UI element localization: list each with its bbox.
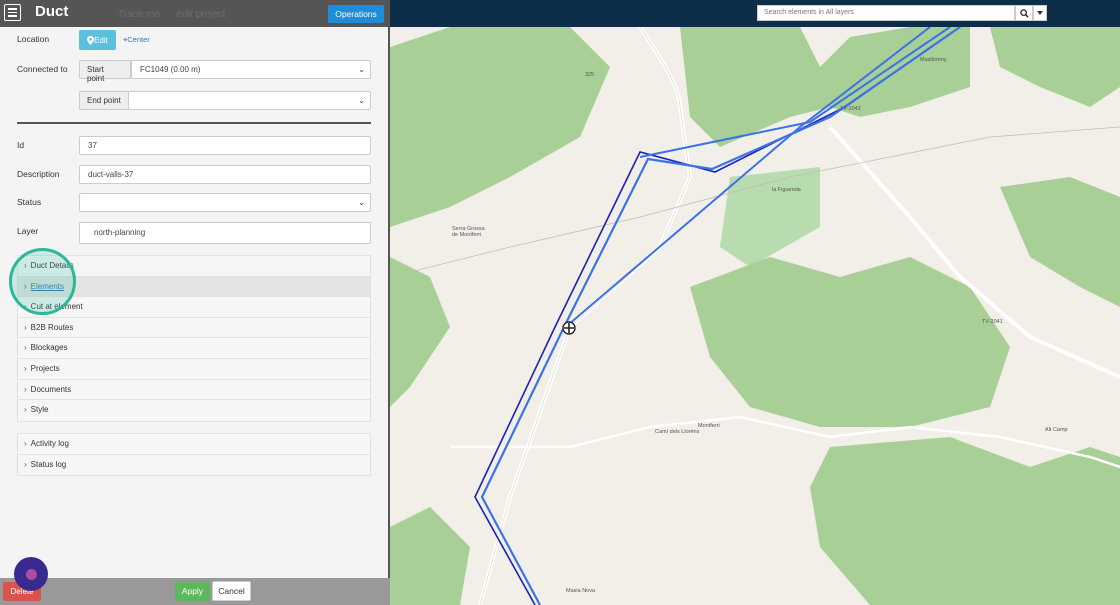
ghost-tab-edit-project: edit project <box>176 9 226 20</box>
assistant-bubble-icon[interactable] <box>14 557 48 591</box>
end-point-label: End point <box>79 91 129 110</box>
chevron-down-icon: ⌄ <box>358 96 365 105</box>
panel-header: Duct Trace mo edit project Operations <box>0 0 390 27</box>
map-label-figuerola: la Figuerola <box>772 187 801 193</box>
edit-location-button[interactable]: Edit <box>79 30 116 50</box>
id-label: Id <box>17 140 25 150</box>
divider <box>17 122 371 124</box>
ghost-tabs: Trace mo edit project <box>118 9 240 20</box>
map-canvas[interactable]: Masllorenç TV-2042 la Figuerola TV-2041 … <box>390 27 1120 605</box>
cancel-button[interactable]: Cancel <box>212 581 251 601</box>
status-select[interactable]: ⌄ <box>79 193 371 212</box>
section-blockages[interactable]: › Blockages <box>18 338 370 359</box>
section-activity-log[interactable]: › Activity log <box>18 434 370 455</box>
section-cut-at-element[interactable]: › Cut at element <box>18 297 370 318</box>
description-field[interactable]: duct-valls-37 <box>79 165 371 184</box>
search-button[interactable] <box>1015 5 1033 21</box>
section-projects[interactable]: › Projects <box>18 359 370 380</box>
click-highlight <box>9 248 76 315</box>
section-b2b-routes[interactable]: › B2B Routes <box>18 318 370 339</box>
connected-label: Connected to <box>17 64 68 74</box>
search-input[interactable]: Search elements in All layers <box>757 5 1015 21</box>
top-bar: Search elements in All layers <box>390 0 1120 27</box>
description-label: Description <box>17 169 60 179</box>
chevron-right-icon: › <box>24 405 27 415</box>
id-field[interactable]: 37 <box>79 136 371 155</box>
map-label-montferri: Montferri <box>698 423 720 429</box>
start-point-value: FC1049 (0.00 m) <box>140 65 201 74</box>
search-icon <box>1019 8 1029 18</box>
panel-title: Duct <box>35 3 69 20</box>
chevron-right-icon: › <box>24 439 27 448</box>
map-label-elevation: 325 <box>585 72 595 78</box>
status-label: Status <box>17 197 42 207</box>
map-marker-icon <box>87 35 95 45</box>
map-label-alt-camp: Alt Camp <box>1045 427 1068 433</box>
search-layer-dropdown[interactable] <box>1033 5 1047 21</box>
section-status-log[interactable]: › Status log <box>18 455 370 476</box>
panel-footer: Delete Apply Cancel <box>0 578 390 605</box>
map-label-masia-nova: Masia Nova <box>566 588 596 594</box>
chevron-right-icon: › <box>24 459 27 469</box>
map-label-cami: Camí dels Lloréns <box>655 429 700 435</box>
duct-panel: Duct Trace mo edit project Operations Lo… <box>0 0 390 605</box>
section-documents[interactable]: › Documents <box>18 380 370 401</box>
map-graphic[interactable] <box>390 27 1120 605</box>
map-label-masllorenc: Masllorenç <box>920 57 947 63</box>
caret-down-icon <box>1037 11 1043 15</box>
chevron-down-icon: ⌄ <box>358 65 365 74</box>
layer-field[interactable]: north-planning <box>79 222 371 244</box>
list-icon[interactable] <box>4 4 21 21</box>
end-point-select[interactable]: ⌄ <box>128 91 371 110</box>
ghost-tab-trace: Trace mo <box>118 9 160 20</box>
chevron-right-icon: › <box>24 322 27 332</box>
edit-label: Edit <box>94 35 108 45</box>
map-label-tv2041: TV-2041 <box>982 319 1003 325</box>
location-label: Location <box>17 34 50 44</box>
center-label: Center <box>127 35 150 44</box>
start-point-select[interactable]: FC1049 (0.00 m) ⌄ <box>131 60 371 79</box>
map-label-serra-grossa: Serra Grossa de Montferri <box>452 226 485 238</box>
operations-button[interactable]: Operations <box>328 5 384 23</box>
center-link[interactable]: ⌖Center <box>123 35 150 45</box>
apply-button[interactable]: Apply <box>175 581 210 601</box>
chevron-down-icon: ⌄ <box>358 198 365 207</box>
section-style[interactable]: › Style <box>18 400 370 421</box>
chevron-right-icon: › <box>24 343 27 353</box>
chevron-right-icon: › <box>24 384 27 394</box>
map-label-tv2042: TV-2042 <box>840 106 861 112</box>
layer-label: Layer <box>17 226 39 236</box>
chevron-right-icon: › <box>24 363 27 373</box>
start-point-label: Start point <box>79 60 131 83</box>
logs-accordion: › Activity log › Status log <box>17 433 371 477</box>
